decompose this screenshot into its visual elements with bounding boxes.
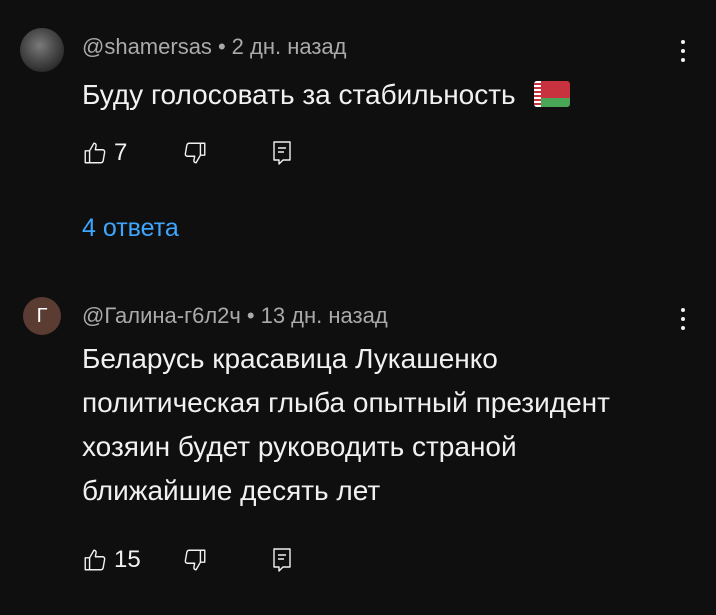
comment-meta: @shamersas • 2 дн. назад: [82, 34, 347, 60]
reply-icon: [273, 548, 291, 572]
more-vertical-icon[interactable]: [680, 40, 686, 62]
like-button[interactable]: 7: [82, 139, 144, 167]
like-count: 15: [114, 546, 141, 573]
reply-button[interactable]: [270, 547, 294, 573]
thumbs-down-icon: [184, 549, 206, 571]
comment-time[interactable]: 2 дн. назад: [232, 34, 347, 59]
reply-icon: [273, 141, 291, 165]
comment: @shamersas • 2 дн. назад Буду голосовать з…: [0, 0, 716, 280]
thumbs-up-icon: [84, 142, 106, 164]
avatar[interactable]: [20, 28, 64, 72]
avatar-letter: Г: [36, 304, 48, 327]
dislike-button[interactable]: [182, 140, 208, 166]
author-handle[interactable]: @shamersas: [82, 34, 212, 59]
author-handle[interactable]: @Галина-г6л2ч: [82, 303, 241, 328]
comment-time[interactable]: 13 дн. назад: [261, 303, 388, 328]
comment: Г @Галина-г6л2ч • 13 дн. назад Беларусь кр…: [0, 282, 716, 615]
reply-button[interactable]: [270, 140, 294, 166]
like-count: 7: [114, 139, 128, 166]
comment-text: Буду голосовать за стабильность: [82, 73, 570, 117]
comment-actions: 7: [82, 138, 294, 168]
thumbs-down-icon: [184, 142, 206, 164]
meta-separator: •: [217, 34, 226, 59]
dislike-button[interactable]: [182, 547, 208, 573]
replies-link[interactable]: 4 ответа: [82, 214, 179, 243]
comment-text: Беларусь красавица Лукашенко политическа…: [82, 343, 610, 506]
meta-separator: •: [246, 303, 255, 328]
more-vertical-icon[interactable]: [680, 308, 686, 330]
comment-text-body: Буду голосовать за стабильность: [82, 79, 516, 110]
comment-actions: 15: [82, 545, 294, 575]
comment-meta: @Галина-г6л2ч • 13 дн. назад: [82, 303, 388, 329]
thumbs-up-icon: [84, 549, 106, 571]
avatar[interactable]: Г: [23, 297, 61, 335]
like-button[interactable]: 15: [82, 546, 144, 574]
belarus-flag-icon: [533, 80, 570, 107]
